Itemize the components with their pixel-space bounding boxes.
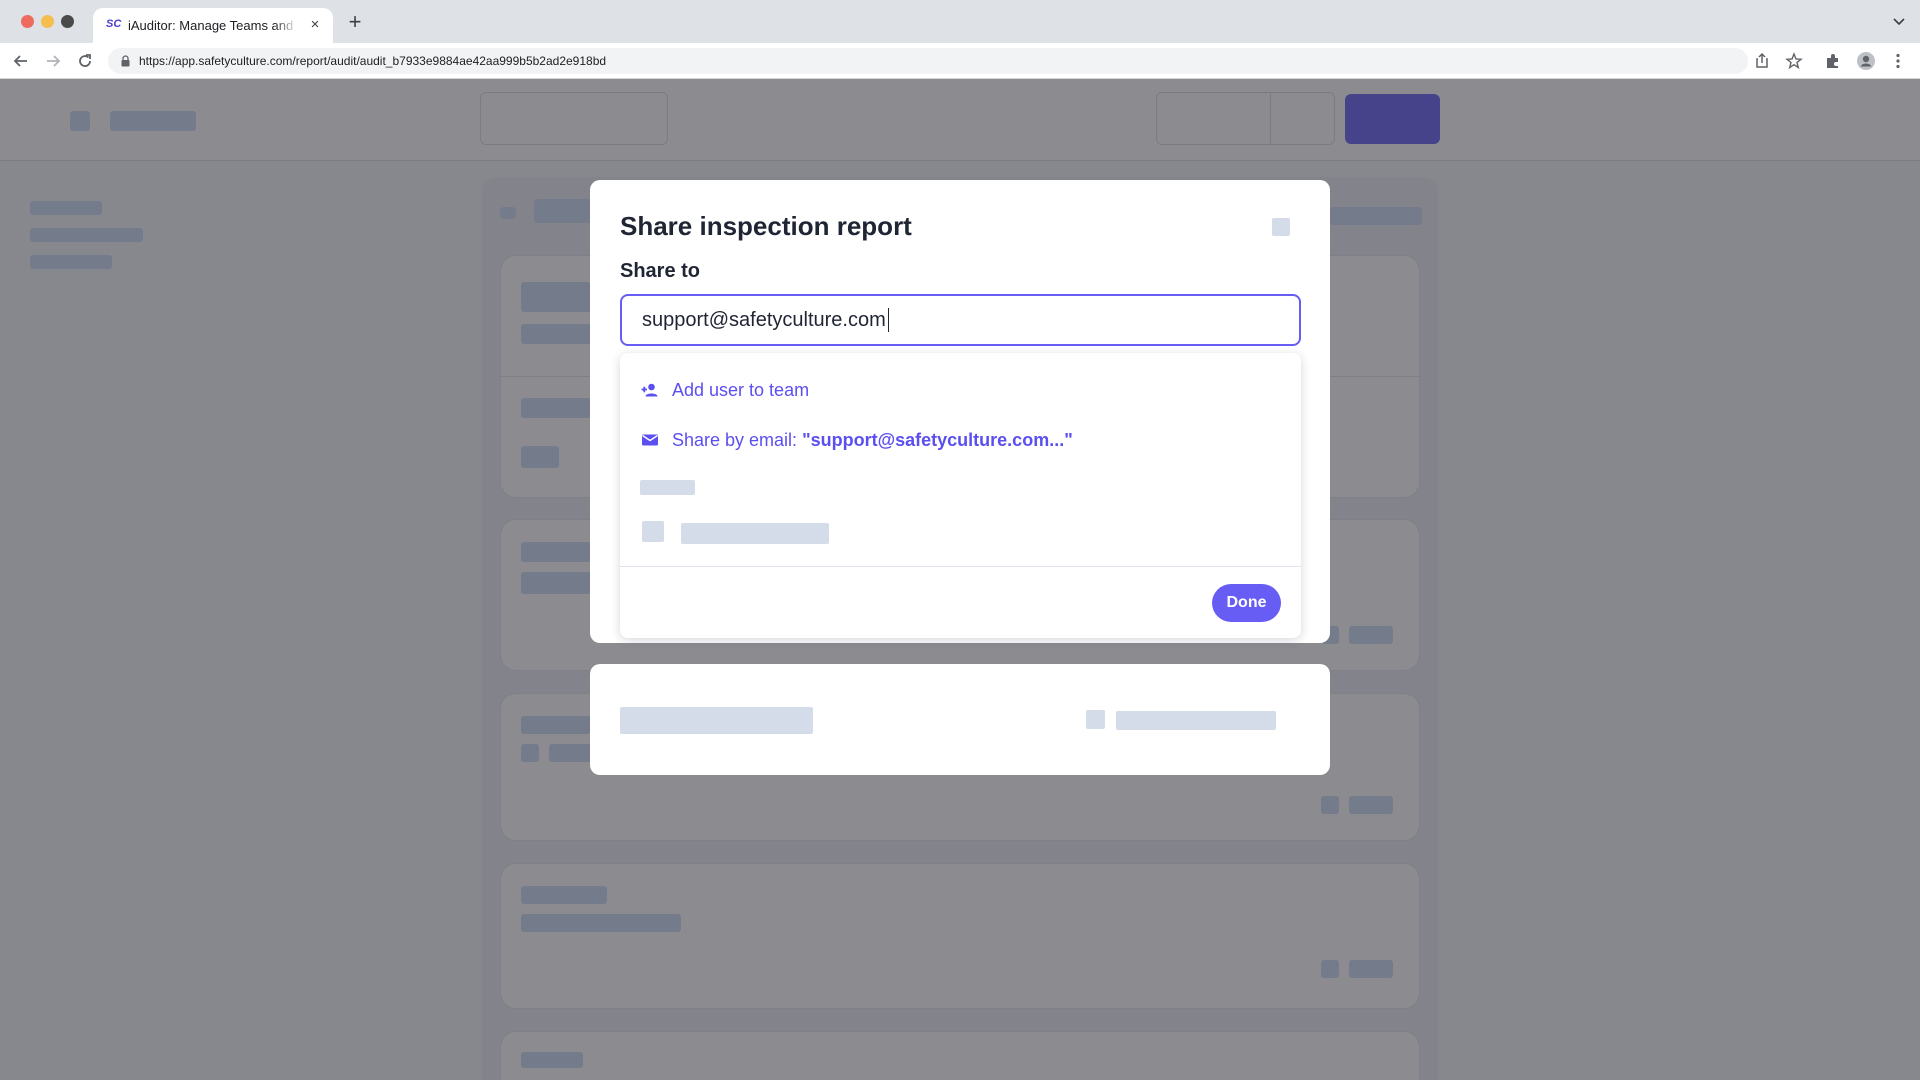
share-page-icon[interactable] xyxy=(1752,51,1772,71)
add-user-to-team-option[interactable]: Add user to team xyxy=(640,378,809,402)
window-close-button[interactable] xyxy=(21,15,34,28)
text-cursor xyxy=(888,308,889,332)
share-inspection-report-modal: Share inspection report Share to Add use… xyxy=(590,180,1330,643)
share-to-label: Share to xyxy=(620,260,701,282)
browser-toolbar: https://app.safetyculture.com/report/aud… xyxy=(0,43,1920,79)
share-by-email-prefix: Share by email: xyxy=(672,429,803,450)
person-add-icon xyxy=(641,383,658,397)
profile-avatar-icon[interactable] xyxy=(1856,51,1876,71)
tab-search-chevron-icon[interactable] xyxy=(1892,14,1906,28)
tab-close-icon[interactable]: × xyxy=(306,16,324,34)
loading-section-heading-placeholder xyxy=(640,480,695,495)
tab-title: iAuditor: Manage Teams and Inspections xyxy=(128,18,298,33)
safetyculture-favicon-icon: SC xyxy=(106,18,122,30)
share-settings-panel-skeleton xyxy=(590,664,1330,775)
loading-placeholder xyxy=(1116,711,1276,730)
share-by-email-address: "support@safetyculture.com..." xyxy=(802,429,1073,450)
extensions-puzzle-icon[interactable] xyxy=(1823,51,1843,71)
close-icon[interactable] xyxy=(1272,218,1290,236)
loading-placeholder xyxy=(1086,710,1105,729)
browser-tab[interactable]: SC iAuditor: Manage Teams and Inspection… xyxy=(93,8,333,43)
share-by-email-label: Share by email: "support@safetyculture.c… xyxy=(672,430,1073,451)
bookmark-star-icon[interactable] xyxy=(1784,51,1804,71)
lock-icon xyxy=(121,55,130,67)
loading-avatar-placeholder xyxy=(642,521,664,542)
add-user-to-team-label: Add user to team xyxy=(672,379,810,400)
loading-placeholder xyxy=(620,707,813,734)
new-tab-button[interactable]: + xyxy=(345,11,365,33)
browser-menu-icon[interactable] xyxy=(1888,51,1908,71)
window-minimize-button[interactable] xyxy=(41,15,54,28)
share-to-input[interactable] xyxy=(620,294,1301,346)
reload-icon[interactable] xyxy=(76,52,94,70)
address-bar[interactable]: https://app.safetyculture.com/report/aud… xyxy=(108,48,1748,74)
back-arrow-icon[interactable] xyxy=(12,52,30,70)
share-by-email-option[interactable]: Share by email: "support@safetyculture.c… xyxy=(640,428,1073,452)
url-text: https://app.safetyculture.com/report/aud… xyxy=(139,54,607,68)
dropdown-divider xyxy=(620,566,1301,567)
browser-chrome: SC iAuditor: Manage Teams and Inspection… xyxy=(0,0,1920,79)
forward-arrow-icon[interactable] xyxy=(44,52,62,70)
share-suggestions-dropdown: Add user to team Share by email: "suppor… xyxy=(620,353,1301,638)
done-button[interactable]: Done xyxy=(1212,584,1281,622)
tab-strip: SC iAuditor: Manage Teams and Inspection… xyxy=(0,0,1920,43)
envelope-icon xyxy=(642,434,658,446)
modal-title: Share inspection report xyxy=(620,211,912,241)
loading-name-placeholder xyxy=(681,523,829,544)
window-maximize-button[interactable] xyxy=(61,15,74,28)
